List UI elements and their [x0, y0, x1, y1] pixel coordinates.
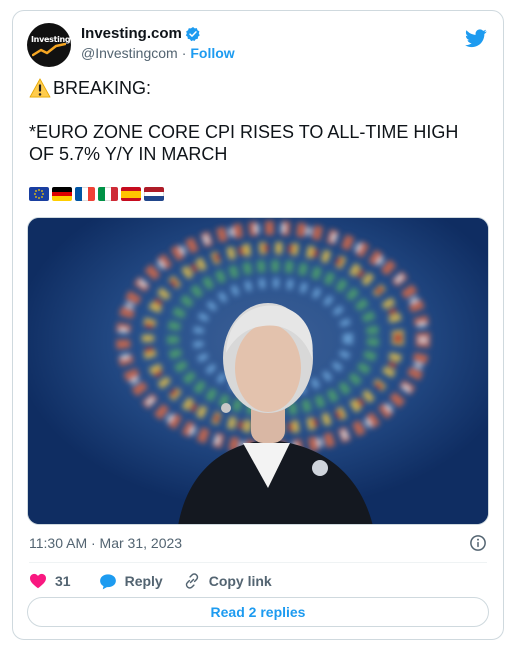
reply-bubble-icon[interactable] [99, 573, 117, 590]
tweet-line-headline: *EURO ZONE CORE CPI RISES TO ALL-TIME HI… [29, 122, 459, 164]
copy-link-label: Copy link [208, 573, 272, 589]
tweet-header: Investing.com Investing.com @Investingco… [27, 23, 489, 71]
italy-flag-icon [98, 187, 118, 201]
tweet-text: BREAKING: *EURO ZONE CORE CPI RISES TO A… [29, 77, 487, 165]
display-name[interactable]: Investing.com [81, 25, 182, 42]
verified-badge-icon [185, 26, 200, 41]
link-icon[interactable] [183, 572, 201, 590]
read-replies-button[interactable]: Read 2 replies [27, 597, 489, 627]
chart-trend-icon [32, 43, 66, 57]
like-count: 31 [55, 573, 71, 589]
author-block: Investing.com @Investingcom · Follow [81, 25, 235, 61]
follow-button[interactable]: Follow [190, 45, 234, 61]
avatar[interactable]: Investing.com [27, 23, 71, 67]
photo-illustration [28, 218, 488, 524]
like-action[interactable]: 31 [29, 573, 71, 589]
warning-icon [29, 78, 51, 98]
tweet-timestamp[interactable]: 11:30 AM · Mar 31, 2023 [29, 535, 182, 551]
twitter-logo-icon[interactable] [465, 29, 487, 48]
copy-link-action[interactable]: Copy link [183, 572, 272, 590]
spain-flag-icon [121, 187, 141, 201]
eu-flag-icon [29, 187, 49, 201]
reply-label: Reply [124, 573, 163, 589]
info-icon[interactable] [469, 534, 487, 552]
tweet-photo[interactable] [27, 217, 489, 525]
reply-action[interactable]: Reply [99, 573, 163, 590]
tweet-line-breaking: BREAKING: [53, 78, 152, 98]
tweet-card: Investing.com Investing.com @Investingco… [12, 10, 504, 640]
separator-dot: · [181, 45, 187, 61]
france-flag-icon [75, 187, 95, 201]
flag-row [29, 187, 164, 201]
divider [29, 562, 487, 563]
germany-flag-icon [52, 187, 72, 201]
handle[interactable]: @Investingcom [81, 45, 178, 61]
netherlands-flag-icon [144, 187, 164, 201]
heart-icon[interactable] [29, 573, 47, 589]
action-bar: 31 Reply Copy link [29, 571, 292, 591]
